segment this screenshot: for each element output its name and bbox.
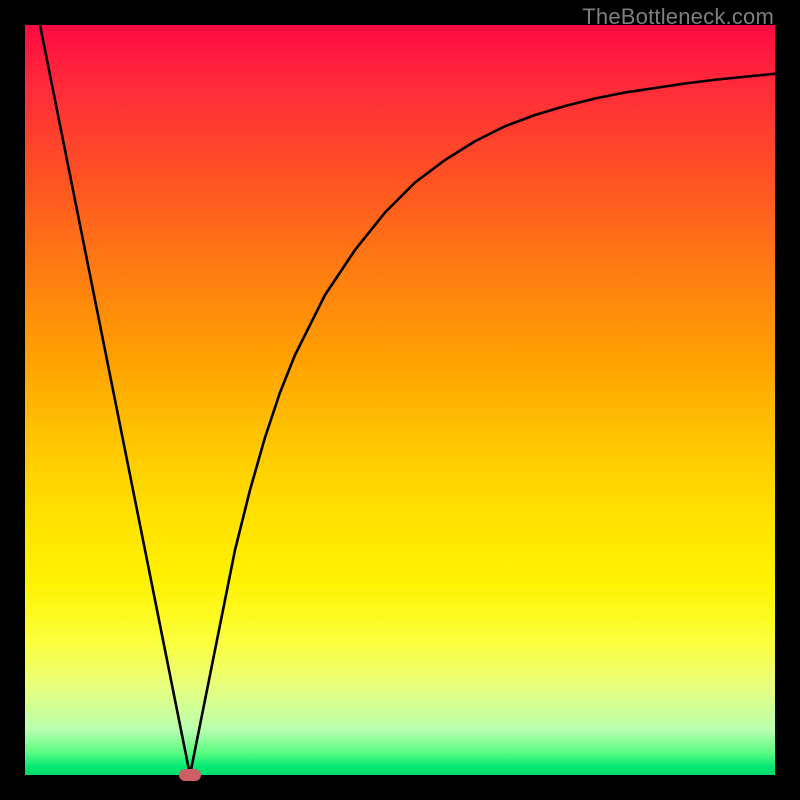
curve-svg	[25, 25, 775, 775]
plot-area	[25, 25, 775, 775]
bottleneck-curve	[40, 25, 775, 775]
attribution-text: TheBottleneck.com	[582, 4, 774, 30]
optimum-marker	[179, 769, 201, 781]
chart-frame: TheBottleneck.com	[0, 0, 800, 800]
